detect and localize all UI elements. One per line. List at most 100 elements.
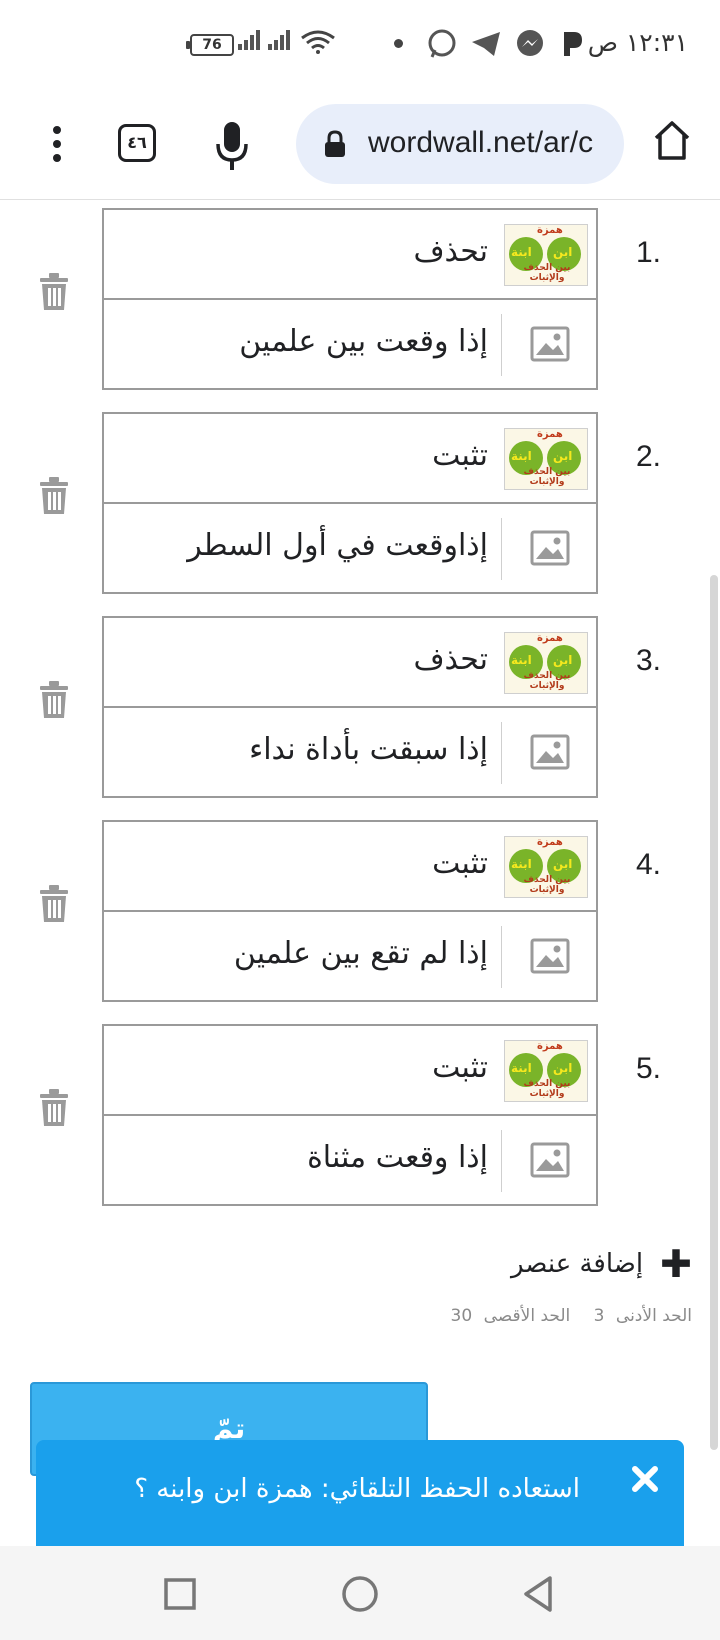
item-number: 1. <box>636 236 662 269</box>
thumbnail-word-left: ابنة <box>511 857 532 871</box>
thumbnail-word-right: ابن <box>553 1061 573 1075</box>
item-description-field[interactable]: إذا وقعت بين علمين <box>102 298 598 390</box>
add-item-button[interactable]: ✚ إضافة عنصر <box>511 1242 692 1286</box>
close-icon[interactable] <box>630 1464 660 1494</box>
thumbnail-word-right: ابن <box>553 449 573 463</box>
max-value: 30 <box>450 1306 473 1326</box>
screen: 76 ١٢:٣١ ص ٤٦ wordwall.net/ar/c 1. تحذف … <box>0 0 720 1640</box>
list-item: 1. تحذف همزة ابنة ابن بين الحذف والإثبات… <box>0 208 720 390</box>
add-image-icon[interactable] <box>530 734 570 770</box>
thumbnail-word-left: ابنة <box>511 449 532 463</box>
status-bar: 76 ١٢:٣١ ص <box>0 0 720 90</box>
lock-icon <box>325 130 345 157</box>
item-title-field[interactable]: تثبت همزة ابنة ابن بين الحذف والإثبات <box>102 1024 598 1116</box>
thumbnail-word-right: ابن <box>553 653 573 667</box>
field-divider <box>501 1130 502 1192</box>
thumbnail-footer: بين الحذف والإثبات <box>523 263 571 283</box>
thumbnail-top-word: همزة <box>537 1041 563 1052</box>
signal-strength-2-icon <box>268 30 292 50</box>
item-description-text: إذا لم تقع بين علمين <box>233 936 488 971</box>
address-bar[interactable]: wordwall.net/ar/c <box>296 104 624 184</box>
item-thumbnail-image[interactable]: همزة ابنة ابن بين الحذف والإثبات <box>504 1040 588 1102</box>
tab-switcher-button[interactable]: ٤٦ <box>118 124 156 162</box>
thumbnail-footer: بين الحذف والإثبات <box>523 1079 571 1099</box>
item-limits: الحد الأدنى 3 الحد الأقصى 30 <box>445 1306 692 1326</box>
clock: ١٢:٣١ ص <box>587 28 688 57</box>
delete-icon[interactable] <box>38 1088 70 1128</box>
thumbnail-top-word: همزة <box>537 837 563 848</box>
microphone-icon[interactable] <box>214 118 250 174</box>
p-app-icon <box>564 32 582 56</box>
thumbnail-word-left: ابنة <box>511 1061 532 1075</box>
page-scrollbar[interactable] <box>710 575 718 1450</box>
field-divider <box>501 518 502 580</box>
add-image-icon[interactable] <box>530 326 570 362</box>
item-thumbnail-image[interactable]: همزة ابنة ابن بين الحذف والإثبات <box>504 224 588 286</box>
item-number: 5. <box>636 1052 662 1085</box>
autosave-restore-toast[interactable]: استعاده الحفظ التلقائي: همزة ابن وابنه ؟ <box>36 1440 684 1546</box>
item-title-field[interactable]: تحذف همزة ابنة ابن بين الحذف والإثبات <box>102 208 598 300</box>
item-title-field[interactable]: تثبت همزة ابنة ابن بين الحذف والإثبات <box>102 820 598 912</box>
delete-icon[interactable] <box>38 272 70 312</box>
item-title-text: تثبت <box>432 438 488 473</box>
thumbnail-word-left: ابنة <box>511 245 532 259</box>
item-number: 4. <box>636 848 662 881</box>
thumbnail-footer: بين الحذف والإثبات <box>523 875 571 895</box>
item-description-field[interactable]: إذا سبقت بأداة نداء <box>102 706 598 798</box>
item-description-text: إذا سبقت بأداة نداء <box>249 732 488 767</box>
thumbnail-word-right: ابن <box>553 857 573 871</box>
delete-icon[interactable] <box>38 884 70 924</box>
signal-strength-icon <box>238 30 262 50</box>
toast-message: استعاده الحفظ التلقائي: همزة ابن وابنه ؟ <box>134 1474 580 1504</box>
add-image-icon[interactable] <box>530 938 570 974</box>
item-thumbnail-image[interactable]: همزة ابنة ابن بين الحذف والإثبات <box>504 836 588 898</box>
item-description-text: إذا وقعت بين علمين <box>239 324 488 359</box>
min-label: الحد الأدنى <box>615 1306 692 1326</box>
field-divider <box>501 314 502 376</box>
item-title-text: تثبت <box>432 1050 488 1085</box>
item-title-field[interactable]: تحذف همزة ابنة ابن بين الحذف والإثبات <box>102 616 598 708</box>
field-divider <box>501 926 502 988</box>
thumbnail-word-right: ابن <box>553 245 573 259</box>
item-title-text: تحذف <box>413 642 488 677</box>
browser-menu-button[interactable] <box>44 120 70 176</box>
back-button-icon[interactable] <box>512 1566 568 1622</box>
add-image-icon[interactable] <box>530 1142 570 1178</box>
home-icon[interactable] <box>652 118 692 162</box>
home-button-icon[interactable] <box>332 1566 388 1622</box>
menu-dot-icon <box>53 126 61 134</box>
item-description-field[interactable]: إذا وقعت مثناة <box>102 1114 598 1206</box>
add-image-icon[interactable] <box>530 530 570 566</box>
system-nav-bar <box>0 1546 720 1640</box>
list-item: 4. تثبت همزة ابنة ابن بين الحذف والإثبات… <box>0 820 720 1002</box>
battery-icon: 76 <box>186 34 234 56</box>
list-item: 2. تثبت همزة ابنة ابن بين الحذف والإثبات… <box>0 412 720 594</box>
item-title-text: تحذف <box>413 234 488 269</box>
recents-button-icon[interactable] <box>152 1566 208 1622</box>
whatsapp-icon <box>428 29 456 58</box>
delete-icon[interactable] <box>38 680 70 720</box>
min-value: 3 <box>593 1306 605 1326</box>
telegram-icon <box>472 32 500 56</box>
menu-dot-icon <box>53 140 61 148</box>
menu-dot-icon <box>53 154 61 162</box>
thumbnail-footer: بين الحذف والإثبات <box>523 671 571 691</box>
item-thumbnail-image[interactable]: همزة ابنة ابن بين الحذف والإثبات <box>504 428 588 490</box>
item-thumbnail-image[interactable]: همزة ابنة ابن بين الحذف والإثبات <box>504 632 588 694</box>
thumbnail-top-word: همزة <box>537 429 563 440</box>
delete-icon[interactable] <box>38 476 70 516</box>
item-description-text: إذا وقعت مثناة <box>307 1140 488 1175</box>
wifi-icon <box>301 30 335 54</box>
item-description-field[interactable]: إذا لم تقع بين علمين <box>102 910 598 1002</box>
list-item: 5. تثبت همزة ابنة ابن بين الحذف والإثبات… <box>0 1024 720 1206</box>
url-text: wordwall.net/ar/c <box>368 126 594 159</box>
thumbnail-footer: بين الحذف والإثبات <box>523 467 571 487</box>
plus-icon: ✚ <box>660 1242 692 1286</box>
thumbnail-word-left: ابنة <box>511 653 532 667</box>
item-description-field[interactable]: إذاوقعت في أول السطر <box>102 502 598 594</box>
browser-toolbar: ٤٦ wordwall.net/ar/c <box>0 96 720 200</box>
notification-dot-icon <box>394 39 403 48</box>
thumbnail-top-word: همزة <box>537 225 563 236</box>
item-description-text: إذاوقعت في أول السطر <box>187 528 488 563</box>
item-title-field[interactable]: تثبت همزة ابنة ابن بين الحذف والإثبات <box>102 412 598 504</box>
